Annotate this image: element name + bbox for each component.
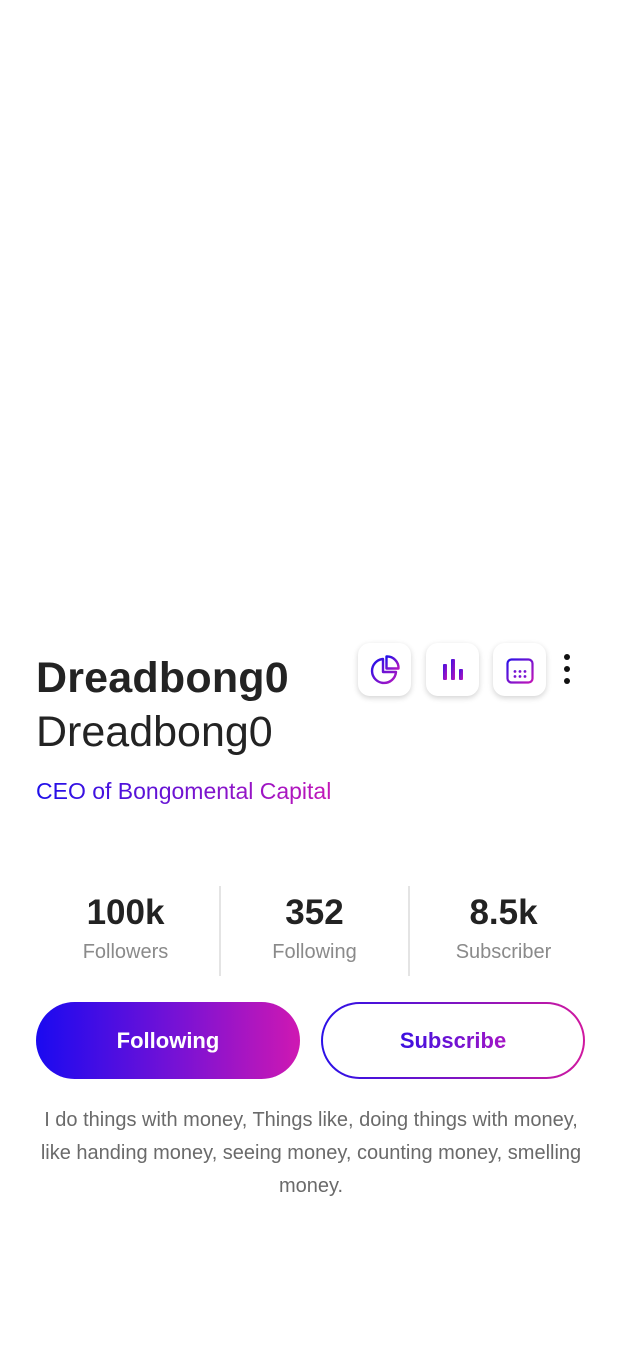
bar-chart-icon (442, 658, 463, 680)
subscribe-button[interactable]: Subscribe (323, 1004, 583, 1077)
profile-toolbar (358, 643, 588, 697)
stat-subscribers[interactable]: 8.5k Subscriber (408, 886, 597, 976)
more-vertical-icon-dot (564, 666, 570, 672)
stat-following[interactable]: 352 Following (219, 886, 408, 976)
subscribe-button-label: Subscribe (399, 1027, 507, 1053)
more-vertical-icon-dot (564, 654, 570, 660)
calendar-button[interactable] (493, 643, 546, 696)
analytics-button[interactable] (358, 643, 411, 696)
stat-label: Following (272, 941, 357, 963)
more-options-button[interactable] (557, 654, 577, 684)
profile-actions: Following Subscribe (36, 1002, 585, 1079)
stats-button[interactable] (426, 643, 479, 696)
more-vertical-icon-dot (564, 678, 570, 684)
profile-stats: 100k Followers 352 Following 8.5k Subscr… (32, 886, 597, 976)
calendar-icon (505, 654, 534, 684)
subscribe-button-border: Subscribe (321, 1002, 585, 1079)
username: Dreadbong0 (36, 708, 273, 756)
display-name: Dreadbong0 (36, 654, 289, 702)
job-title: CEO of Bongomental Capital (36, 778, 332, 804)
pie-chart-icon (370, 654, 400, 684)
stat-value: 8.5k (469, 893, 538, 932)
stat-label: Subscriber (455, 941, 552, 963)
stat-label: Followers (82, 941, 169, 963)
stat-value: 100k (86, 893, 165, 932)
following-button[interactable]: Following (36, 1002, 300, 1079)
stat-value: 352 (285, 893, 344, 932)
profile-bio: I do things with money, Things like, doi… (40, 1109, 582, 1197)
stat-followers[interactable]: 100k Followers (32, 886, 219, 976)
